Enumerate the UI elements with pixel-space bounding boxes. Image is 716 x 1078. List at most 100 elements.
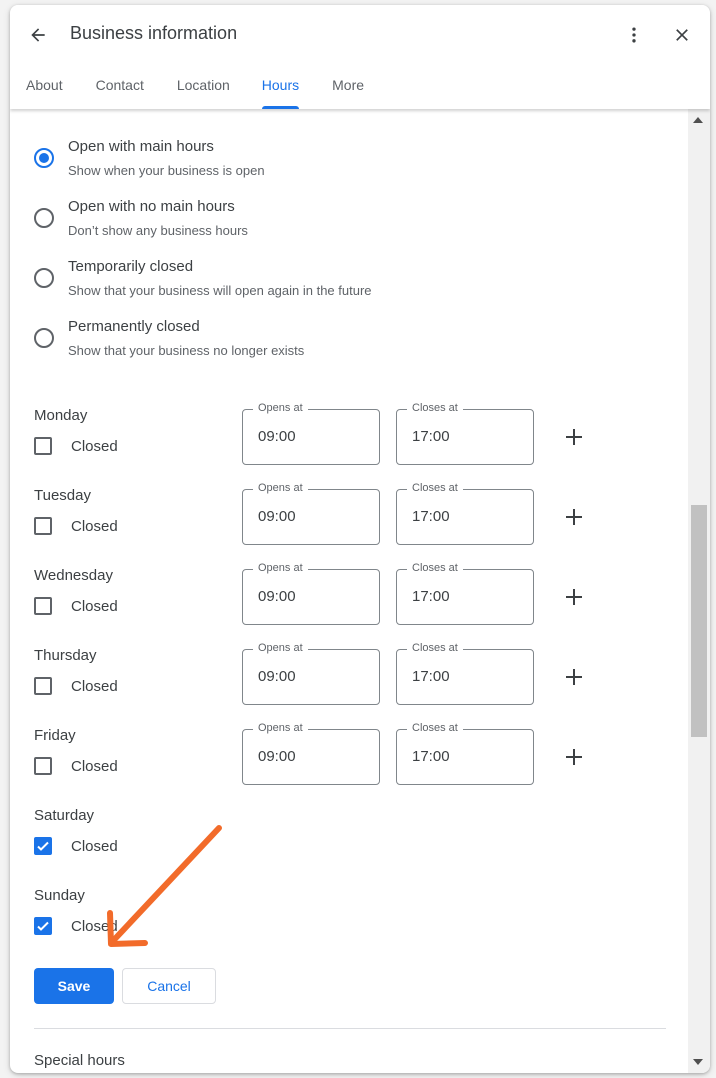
plus-icon (566, 589, 582, 605)
plus-icon (566, 669, 582, 685)
field-value: 09:00 (258, 428, 296, 445)
field-label: Closes at (407, 642, 463, 654)
day-row-thursday: Thursday Closed Opens at 09:00 Closes at 1… (34, 642, 634, 727)
scroll-up-arrow-icon[interactable] (693, 117, 703, 123)
checkbox[interactable] (34, 517, 52, 535)
closed-checkbox[interactable]: Closed (34, 917, 118, 935)
option-subtitle: Show that your business no longer exists (68, 343, 305, 358)
add-hours-button[interactable] (562, 745, 586, 769)
add-hours-button[interactable] (562, 505, 586, 529)
tab-bar: About Contact Location Hours More (10, 71, 364, 109)
closed-label: Closed (71, 677, 118, 695)
closes-at-field[interactable]: Closes at 17:00 (396, 642, 534, 705)
more-vert-icon (632, 27, 636, 43)
field-value: 09:00 (258, 588, 296, 605)
more-options-button[interactable] (620, 21, 648, 49)
tab-more[interactable]: More (332, 71, 364, 109)
tab-hours[interactable]: Hours (261, 71, 300, 109)
closed-checkbox[interactable]: Closed (34, 837, 118, 855)
dialog-title: Business information (70, 23, 238, 43)
option-title: Open with no main hours (68, 198, 235, 215)
opens-at-field[interactable]: Opens at 09:00 (242, 642, 380, 705)
save-button[interactable]: Save (34, 968, 114, 1004)
add-hours-button[interactable] (562, 665, 586, 689)
opens-at-field[interactable]: Opens at 09:00 (242, 482, 380, 545)
opens-at-field[interactable]: Opens at 09:00 (242, 722, 380, 785)
special-hours-heading[interactable]: Special hours (34, 1052, 125, 1069)
checkbox[interactable] (34, 917, 52, 935)
option-title: Permanently closed (68, 318, 200, 335)
field-label: Closes at (407, 482, 463, 494)
tab-location[interactable]: Location (177, 71, 230, 109)
plus-icon (566, 509, 582, 525)
field-value: 09:00 (258, 668, 296, 685)
scroll-down-arrow-icon[interactable] (693, 1059, 703, 1065)
option-subtitle: Don’t show any business hours (68, 223, 248, 238)
plus-icon (566, 429, 582, 445)
check-icon (37, 921, 49, 931)
option-title: Open with main hours (68, 138, 214, 155)
hours-panel: Open with main hours Show when your busin… (10, 109, 688, 1073)
day-name: Saturday (34, 807, 95, 824)
closed-checkbox[interactable]: Closed (34, 597, 118, 615)
check-icon (37, 841, 49, 851)
status-option-temporarily-closed[interactable]: Temporarily closed Show that your busines… (34, 257, 372, 299)
status-option-open-no-main-hours[interactable]: Open with no main hours Don’t show any bu… (34, 197, 248, 239)
closed-checkbox[interactable]: Closed (34, 517, 118, 535)
status-option-permanently-closed[interactable]: Permanently closed Show that your busines… (34, 317, 304, 359)
checkbox[interactable] (34, 757, 52, 775)
business-information-dialog: Business information About Contact Locat… (10, 5, 710, 1073)
checkbox[interactable] (34, 837, 52, 855)
field-label: Closes at (407, 562, 463, 574)
closed-checkbox[interactable]: Closed (34, 757, 118, 775)
day-name: Sunday (34, 887, 85, 904)
checkbox[interactable] (34, 437, 52, 455)
day-name: Friday (34, 727, 76, 744)
add-hours-button[interactable] (562, 585, 586, 609)
day-row-friday: Friday Closed Opens at 09:00 Closes at 17:… (34, 722, 634, 807)
field-value: 17:00 (412, 508, 450, 525)
field-label: Closes at (407, 722, 463, 734)
closed-checkbox[interactable]: Closed (34, 437, 118, 455)
scrollbar[interactable] (688, 109, 710, 1073)
cancel-button[interactable]: Cancel (122, 968, 216, 1004)
add-hours-button[interactable] (562, 425, 586, 449)
tab-about[interactable]: About (26, 71, 63, 109)
field-label: Opens at (253, 642, 308, 654)
radio-button[interactable] (34, 328, 54, 348)
closed-label: Closed (71, 437, 118, 455)
day-row-monday: Monday Closed Opens at 09:00 Closes at 17:… (34, 402, 634, 487)
status-option-open-main-hours[interactable]: Open with main hours Show when your busin… (34, 137, 265, 179)
radio-button[interactable] (34, 208, 54, 228)
field-label: Opens at (253, 402, 308, 414)
checkbox[interactable] (34, 597, 52, 615)
radio-button[interactable] (34, 268, 54, 288)
closed-checkbox[interactable]: Closed (34, 677, 118, 695)
closed-label: Closed (71, 517, 118, 535)
field-label: Opens at (253, 482, 308, 494)
field-value: 17:00 (412, 748, 450, 765)
field-value: 09:00 (258, 508, 296, 525)
day-row-saturday: Saturday Closed (34, 807, 634, 887)
scrollbar-thumb[interactable] (691, 505, 707, 737)
opens-at-field[interactable]: Opens at 09:00 (242, 562, 380, 625)
tab-contact[interactable]: Contact (96, 71, 144, 109)
back-button[interactable] (24, 21, 52, 49)
closes-at-field[interactable]: Closes at 17:00 (396, 562, 534, 625)
section-divider (34, 1028, 666, 1029)
close-button[interactable] (668, 21, 696, 49)
opens-at-field[interactable]: Opens at 09:00 (242, 402, 380, 465)
radio-button[interactable] (34, 148, 54, 168)
day-row-sunday: Sunday Closed (34, 887, 634, 967)
option-subtitle: Show when your business is open (68, 163, 265, 178)
closed-label: Closed (71, 757, 118, 775)
plus-icon (566, 749, 582, 765)
day-row-tuesday: Tuesday Closed Opens at 09:00 Closes at 17… (34, 482, 634, 567)
checkbox[interactable] (34, 677, 52, 695)
closes-at-field[interactable]: Closes at 17:00 (396, 402, 534, 465)
closed-label: Closed (71, 917, 118, 935)
closed-label: Closed (71, 837, 118, 855)
closes-at-field[interactable]: Closes at 17:00 (396, 722, 534, 785)
dialog-header: Business information About Contact Locat… (10, 5, 710, 109)
closes-at-field[interactable]: Closes at 17:00 (396, 482, 534, 545)
